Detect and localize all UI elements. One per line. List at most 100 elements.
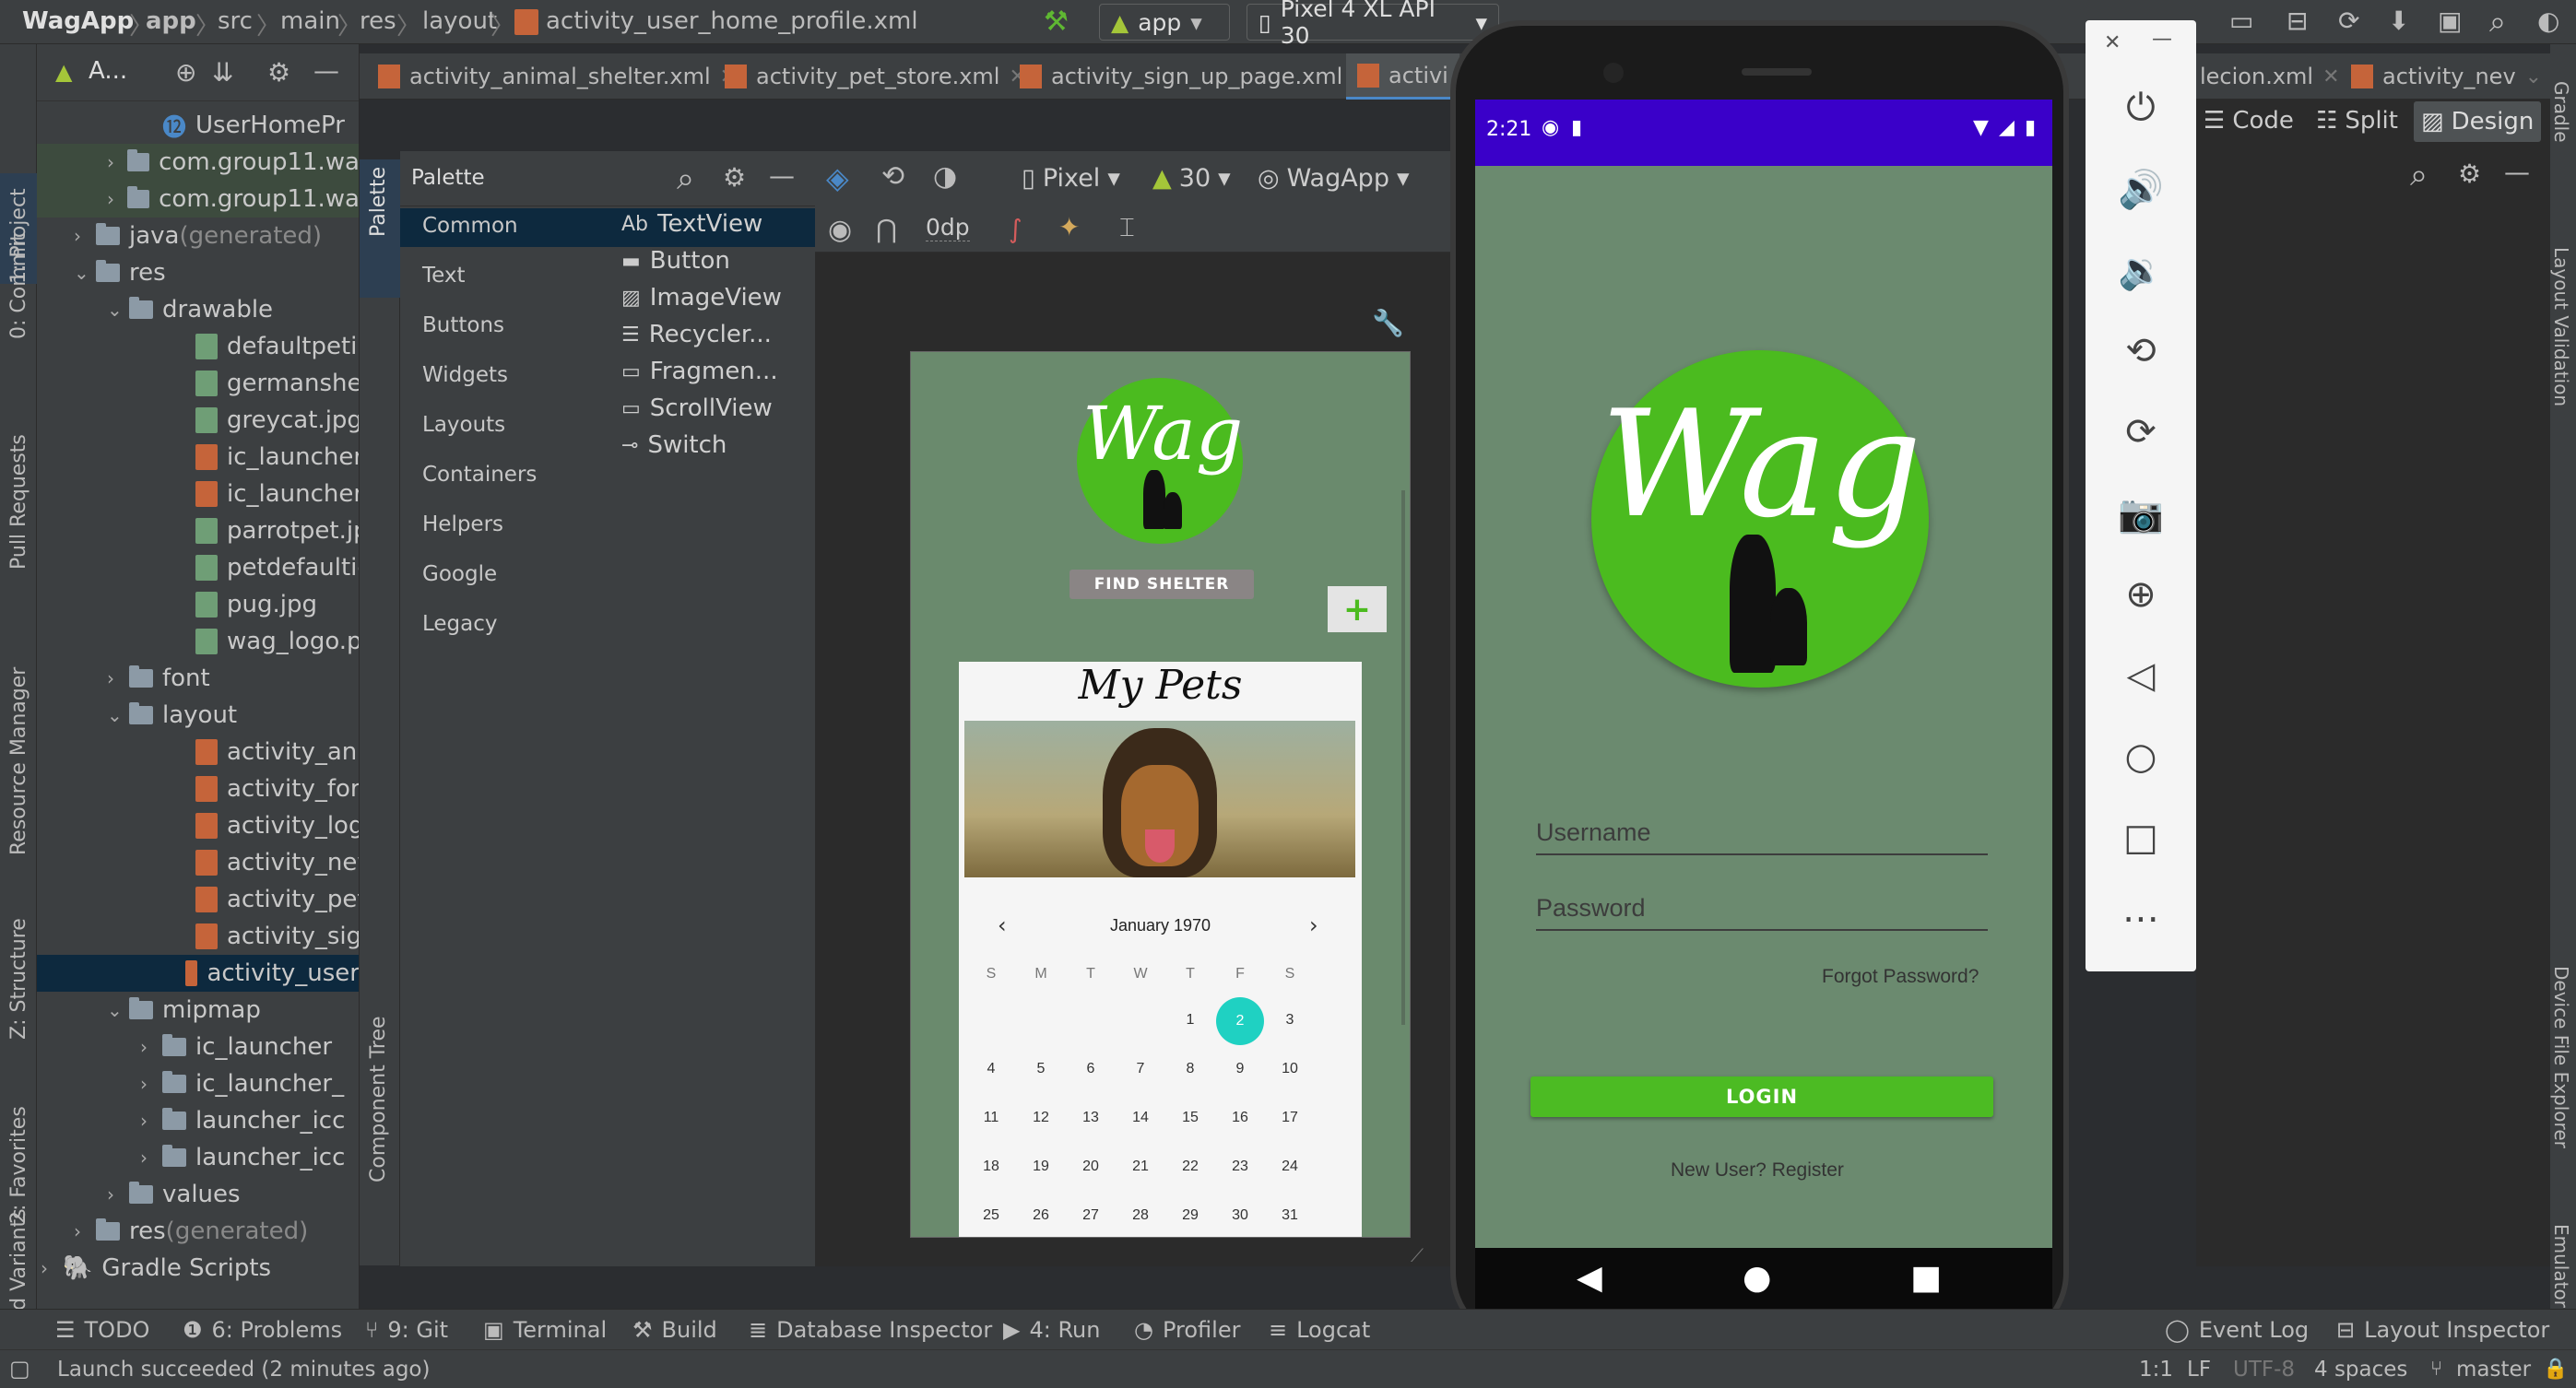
theme-select[interactable]: ◎ WagApp ▾: [1258, 164, 1410, 193]
chevron-right-icon[interactable]: ›: [140, 1073, 162, 1095]
calendar-day[interactable]: 3: [1265, 1012, 1315, 1029]
calendar-day[interactable]: 2: [1216, 997, 1264, 1045]
tree-item[interactable]: › values: [107, 1176, 241, 1213]
palette-category-google[interactable]: Google: [422, 562, 497, 586]
calendar-day[interactable]: 1: [1165, 1012, 1215, 1029]
close-icon[interactable]: ✕: [2322, 65, 2339, 88]
calendar-day[interactable]: 23: [1215, 1159, 1265, 1175]
home-icon[interactable]: ●: [1743, 1259, 1771, 1297]
calendar-day[interactable]: 24: [1265, 1159, 1315, 1175]
emulator-screen[interactable]: 2:21 ◉ ▮ ▼ ◢ ▮ Wag Username Password For…: [1475, 100, 2052, 1248]
power-icon[interactable]: ⏻: [2104, 76, 2178, 140]
chevron-right-icon[interactable]: ›: [140, 1147, 162, 1169]
package-icon[interactable]: ▣: [2438, 6, 2462, 36]
git-tab[interactable]: ⑂ 9: Git: [365, 1317, 448, 1343]
calendar-day[interactable]: 16: [1215, 1110, 1265, 1126]
run-config-select[interactable]: ▲ app ▾: [1099, 4, 1230, 41]
tree-item[interactable]: › res (generated): [74, 1213, 308, 1250]
add-pet-button[interactable]: +: [1328, 586, 1387, 632]
api-level-select[interactable]: ▲ 30 ▾: [1152, 164, 1231, 193]
guidelines-icon[interactable]: ⌶: [1119, 212, 1135, 243]
zoom-icon[interactable]: ⊕: [2104, 562, 2178, 627]
magnet-icon[interactable]: ⋂: [876, 214, 897, 244]
tree-item[interactable]: ic_launcher_: [173, 476, 359, 512]
calendar-day[interactable]: 7: [1116, 1061, 1165, 1077]
event-log-tab[interactable]: ◯ Event Log: [2165, 1317, 2309, 1343]
breadcrumb-main[interactable]: main: [280, 7, 340, 35]
tree-item[interactable]: › launcher_icc: [140, 1139, 345, 1176]
gear-icon[interactable]: ⚙: [267, 57, 290, 88]
locate-icon[interactable]: ⊕: [175, 57, 196, 88]
indent-setting[interactable]: 4 spaces: [2314, 1358, 2407, 1382]
tree-item[interactable]: activity_new: [173, 844, 359, 881]
tree-item[interactable]: › launcher_icc: [140, 1102, 345, 1139]
tree-item[interactable]: ⓬ UserHomePr: [140, 107, 345, 144]
tree-item[interactable]: ic_launcher_: [173, 439, 359, 476]
tree-item[interactable]: › 🐘 Gradle Scripts: [41, 1250, 271, 1287]
calendar-day[interactable]: 10: [1265, 1061, 1315, 1077]
breadcrumb-src[interactable]: src: [218, 7, 253, 35]
calendar-day[interactable]: 14: [1116, 1110, 1165, 1126]
home-icon[interactable]: ○: [2104, 724, 2178, 789]
sdk-manager-icon[interactable]: ⬇: [2388, 6, 2409, 36]
tree-item[interactable]: ⌄ drawable: [107, 291, 273, 328]
calendar-day[interactable]: 15: [1165, 1110, 1215, 1126]
tree-item[interactable]: pug.jpg: [173, 586, 317, 623]
tab-layout-validation[interactable]: Layout Validation: [2550, 229, 2576, 468]
build-tab[interactable]: ⚒ Build: [632, 1317, 717, 1343]
chevron-right-icon[interactable]: ›: [140, 1036, 162, 1058]
palette-category-layouts[interactable]: Layouts: [422, 413, 505, 437]
tree-item[interactable]: ⌄ res: [74, 254, 166, 291]
chevron-right-icon[interactable]: ›: [41, 1257, 63, 1279]
close-icon[interactable]: ✕: [2104, 31, 2121, 54]
calendar-day[interactable]: 17: [1265, 1110, 1315, 1126]
chevron-right-icon[interactable]: ›: [107, 1183, 129, 1206]
volume-down-icon[interactable]: 🔉: [2104, 238, 2178, 302]
layers-icon[interactable]: ◈: [826, 160, 849, 195]
calendar-day[interactable]: 27: [1066, 1207, 1116, 1224]
palette-widget[interactable]: ▭ Fragmen...: [621, 358, 778, 385]
gear-icon[interactable]: ⚙: [723, 162, 746, 193]
palette-widget[interactable]: ▨ ImageView: [621, 284, 782, 312]
calendar-day[interactable]: 22: [1165, 1159, 1215, 1175]
login-button[interactable]: LOGIN: [1530, 1076, 1993, 1117]
device-select[interactable]: ▯ Pixel 4 XL API 30 ▾: [1247, 0, 1499, 49]
tab-gradle[interactable]: Gradle: [2550, 63, 2576, 192]
collapse-all-icon[interactable]: ⇊: [212, 57, 233, 88]
calendar-day[interactable]: 4: [966, 1061, 1016, 1077]
todo-tab[interactable]: ☰ TODO: [55, 1317, 149, 1343]
layout-preview[interactable]: Wag FIND SHELTER + My Pets ‹ January 197…: [910, 351, 1411, 1238]
code-view-button[interactable]: ☰ Code: [2204, 107, 2294, 135]
help-icon[interactable]: ◐: [2537, 6, 2559, 36]
palette-category-widgets[interactable]: Widgets: [422, 363, 508, 387]
file-encoding[interactable]: UTF-8: [2233, 1358, 2295, 1382]
status-panel-icon[interactable]: ▢: [9, 1356, 30, 1382]
palette-category-containers[interactable]: Containers: [422, 463, 537, 487]
palette-widget[interactable]: ▬ Button: [621, 247, 730, 275]
calendar-day[interactable]: 21: [1116, 1159, 1165, 1175]
layout-icon[interactable]: ⊟: [2286, 6, 2308, 36]
breadcrumb-file[interactable]: activity_user_home_profile.xml: [546, 7, 918, 35]
split-view-button[interactable]: ☷ Split: [2316, 107, 2398, 135]
tab-emulator[interactable]: Emulator: [2550, 1206, 2576, 1316]
find-shelter-button[interactable]: FIND SHELTER: [1069, 570, 1254, 599]
username-input[interactable]: Username: [1536, 813, 1988, 855]
tree-item[interactable]: wag_logo.pr: [173, 623, 359, 660]
calendar-day[interactable]: 31: [1265, 1207, 1315, 1224]
tree-item[interactable]: activity_anin: [173, 734, 359, 770]
palette-category-helpers[interactable]: Helpers: [422, 512, 503, 536]
tab-activity-pet-store[interactable]: activity_pet_store.xml ✕: [725, 53, 1026, 100]
project-view-select[interactable]: A...: [89, 57, 127, 85]
chevron-down-icon[interactable]: ⌄: [74, 262, 96, 284]
chevron-down-icon[interactable]: ⌄: [107, 704, 129, 726]
palette-category-legacy[interactable]: Legacy: [422, 612, 498, 636]
run-tab[interactable]: ▶ 4: Run: [1003, 1317, 1100, 1343]
register-link[interactable]: New User? Register: [1671, 1159, 1844, 1182]
tree-item[interactable]: activity_user: [37, 955, 359, 992]
logcat-tab[interactable]: ≡ Logcat: [1269, 1317, 1370, 1343]
chevron-right-icon[interactable]: ›: [74, 225, 96, 247]
back-icon[interactable]: ◀: [1577, 1259, 1602, 1297]
night-mode-icon[interactable]: ◑: [933, 160, 957, 193]
tree-item[interactable]: defaultpetim: [173, 328, 359, 365]
tree-item[interactable]: activity_sign: [173, 918, 359, 955]
